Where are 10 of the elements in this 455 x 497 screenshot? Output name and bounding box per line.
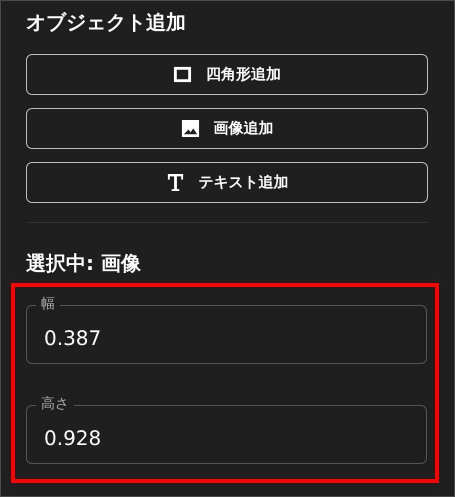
selection-title: 選択中: 画像 (26, 250, 141, 277)
add-button[interactable]: テキスト追加 (26, 162, 428, 203)
field-label: 高さ (36, 395, 74, 413)
field-label: 幅 (36, 295, 60, 313)
text-icon (166, 173, 184, 192)
image-icon (180, 119, 200, 138)
square-icon (173, 65, 192, 84)
section-title: オブジェクト追加 (26, 9, 186, 36)
add-button[interactable]: 四角形追加 (26, 54, 428, 95)
add-button[interactable]: 画像追加 (26, 108, 428, 149)
